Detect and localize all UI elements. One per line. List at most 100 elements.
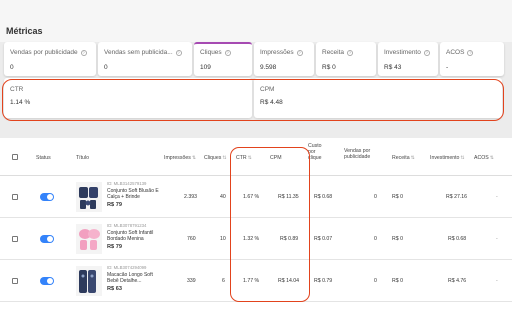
cell-ctr: 1.77 % <box>243 278 260 284</box>
metric-value: 0 <box>104 64 108 71</box>
product-title[interactable]: Conjunto Soft Infantil Bordado Menina <box>107 230 161 242</box>
row-checkbox[interactable] <box>12 194 18 200</box>
table-row: ID: MLB3078791234 Conjunto Soft Infantil… <box>0 218 512 260</box>
table-row: ID: MLB3074294099 Macacão Longo Soft Beb… <box>0 260 512 302</box>
metric-card-acos[interactable]: ACOS? - <box>440 42 504 76</box>
cell-ctr: 1.32 % <box>243 236 260 242</box>
product-price: R$ 63 <box>107 286 122 292</box>
metric-label: Vendas por publicidade <box>10 49 78 56</box>
header-cliques[interactable]: Cliques⇅ <box>204 155 227 161</box>
header-custo-por-clique[interactable]: Custo por clique <box>308 143 330 161</box>
metric-value: R$ 0 <box>322 64 336 71</box>
metric-label: ACOS <box>446 49 465 56</box>
status-toggle[interactable] <box>40 193 54 201</box>
help-icon[interactable]: ? <box>467 49 474 56</box>
metric-card-vendas-publicidade[interactable]: Vendas por publicidade? 0 <box>4 42 96 76</box>
product-thumbnail[interactable] <box>76 182 102 212</box>
metric-card-investimento[interactable]: Investimento? R$ 43 <box>378 42 438 76</box>
metric-card-impressoes[interactable]: Impressões? 9.598 <box>254 42 314 76</box>
table-header: Status Título Impressões⇅ Cliques⇅ CTR⇅ … <box>0 138 512 176</box>
metric-card-vendas-sem-publicidade[interactable]: Vendas sem publicida...? 0 <box>98 42 192 76</box>
header-receita[interactable]: Receita⇅ <box>392 155 415 161</box>
cell-impressoes: 2.393 <box>184 194 197 200</box>
header-impressoes[interactable]: Impressões⇅ <box>164 155 196 161</box>
row-checkbox[interactable] <box>12 236 18 242</box>
metric-cards: Vendas por publicidade? 0 Vendas sem pub… <box>4 42 504 76</box>
pink-outfit-image <box>79 229 100 250</box>
cell-investimento: R$ 0.68 <box>448 236 467 242</box>
product-title[interactable]: Conjunto Soft Blusão E Calça + Brinde <box>107 188 161 200</box>
metric-card-cliques[interactable]: Cliques? 109 <box>194 42 252 76</box>
metric-label: CPM <box>260 86 275 93</box>
status-toggle[interactable] <box>40 235 54 243</box>
cell-impressoes: 760 <box>187 236 196 242</box>
cell-cpm: R$ 11.35 <box>278 194 299 200</box>
product-price: R$ 79 <box>107 244 122 250</box>
cell-cliques: 6 <box>222 278 225 284</box>
product-id: ID: MLB3078791234 <box>107 223 147 228</box>
cell-receita: R$ 0 <box>392 194 403 200</box>
sort-icon[interactable]: ⇅ <box>460 155 464 161</box>
metric-card-receita[interactable]: Receita? R$ 0 <box>316 42 376 76</box>
header-titulo: Título <box>76 155 89 161</box>
product-id: ID: MLB3074294099 <box>107 265 147 270</box>
help-icon[interactable]: ? <box>80 49 87 56</box>
page-title: Métricas <box>6 26 43 36</box>
metric-value: 0 <box>10 64 14 71</box>
metric-value: 9.598 <box>260 64 277 71</box>
cell-ctr: 1.67 % <box>243 194 260 200</box>
metric-card-cpm[interactable]: CPM R$ 4.48 <box>254 78 502 118</box>
metric-value: 109 <box>200 64 211 71</box>
header-cpm[interactable]: CPM <box>270 155 282 161</box>
ads-table: Status Título Impressões⇅ Cliques⇅ CTR⇅ … <box>0 138 512 320</box>
header-investimento[interactable]: Investimento⇅ <box>430 155 465 161</box>
sort-icon[interactable]: ⇅ <box>192 155 196 161</box>
status-toggle[interactable] <box>40 277 54 285</box>
cell-cpm: R$ 14.04 <box>278 278 300 284</box>
cell-cpm: R$ 0.89 <box>280 236 299 242</box>
product-thumbnail[interactable] <box>76 266 102 296</box>
help-icon[interactable]: ? <box>296 49 303 56</box>
cell-impressoes: 339 <box>187 278 196 284</box>
navy-romper-image <box>79 270 96 293</box>
help-icon[interactable]: ? <box>347 49 354 56</box>
cell-custo-por-clique: R$ 0.68 <box>314 194 333 200</box>
cell-custo-por-clique: R$ 0.07 <box>314 236 333 242</box>
expanded-metrics: CTR 1.14 % CPM R$ 4.48 <box>4 78 504 122</box>
header-acos[interactable]: ACOS⇅ <box>474 155 494 161</box>
sort-icon[interactable]: ⇅ <box>490 155 494 161</box>
sort-icon[interactable]: ⇅ <box>222 155 226 161</box>
product-thumbnail[interactable] <box>76 224 102 254</box>
metric-label: Cliques <box>200 49 222 56</box>
help-icon[interactable]: ? <box>224 49 231 56</box>
table-row: ID: MLB3142579139 Conjunto Soft Blusão E… <box>0 176 512 218</box>
help-icon[interactable]: ? <box>423 49 430 56</box>
cell-receita: R$ 0 <box>392 278 403 284</box>
header-bar: Métricas <box>0 0 512 42</box>
cell-vendas-por-publicidade: 0 <box>374 194 377 200</box>
metric-label: Receita <box>322 49 345 56</box>
help-icon[interactable]: ? <box>175 49 182 56</box>
metric-value: - <box>446 64 449 71</box>
row-checkbox[interactable] <box>12 278 18 284</box>
sort-icon[interactable]: ⇅ <box>411 155 415 161</box>
select-all-checkbox[interactable] <box>12 154 18 160</box>
metric-card-ctr[interactable]: CTR 1.14 % <box>4 78 252 118</box>
cell-vendas-por-publicidade: 0 <box>374 278 377 284</box>
metric-value: R$ 43 <box>384 64 402 71</box>
metric-label: Impressões <box>260 49 294 56</box>
metric-label: Vendas sem publicida... <box>104 49 173 56</box>
product-title[interactable]: Macacão Longo Soft Bebê Detalhe... <box>107 272 161 284</box>
metric-label: CTR <box>10 86 24 93</box>
header-ctr[interactable]: CTR⇅ <box>236 155 252 161</box>
cell-investimento: R$ 27.16 <box>446 194 468 200</box>
metric-value: 1.14 % <box>10 99 31 106</box>
sort-icon[interactable]: ⇅ <box>248 155 252 161</box>
cell-cliques: 10 <box>220 236 226 242</box>
header-vendas-por-publicidade[interactable]: Vendas por publicidade <box>344 148 380 160</box>
cell-custo-por-clique: R$ 0.79 <box>314 278 333 284</box>
cell-investimento: R$ 4.76 <box>448 278 467 284</box>
cell-vendas-por-publicidade: 0 <box>374 236 377 242</box>
metric-value: R$ 4.48 <box>260 99 283 106</box>
cell-acos: - <box>496 236 498 242</box>
